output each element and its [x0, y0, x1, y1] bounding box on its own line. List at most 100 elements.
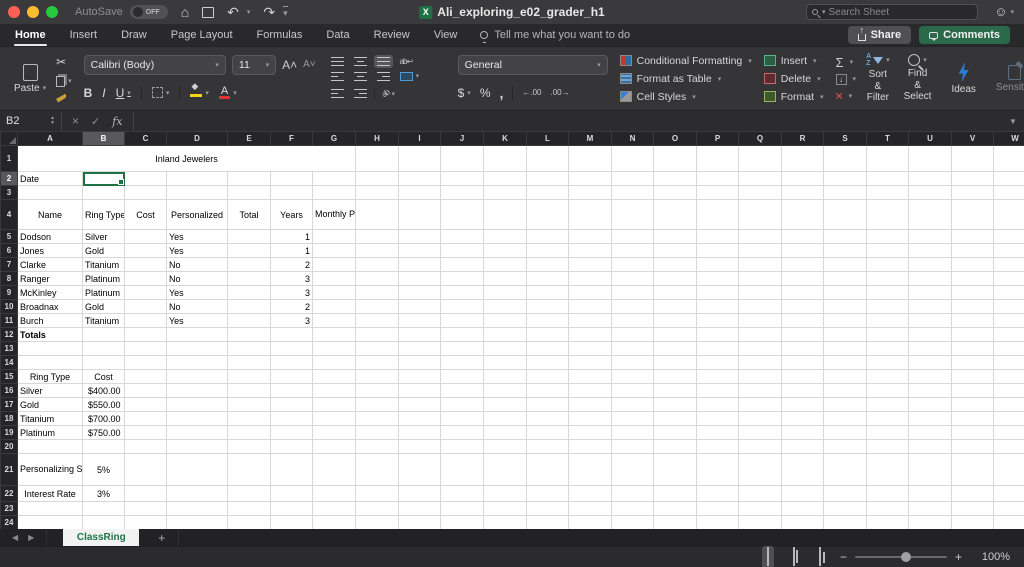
- cell-H11[interactable]: [355, 313, 399, 328]
- sheet-tab-classring[interactable]: ClassRing: [63, 529, 140, 546]
- row-header-5[interactable]: 5: [0, 229, 18, 244]
- cell-A9[interactable]: McKinley: [17, 285, 83, 300]
- cell-J24[interactable]: [440, 515, 484, 529]
- undo-icon[interactable]: ↶: [227, 5, 239, 19]
- cell-F11[interactable]: 3: [270, 313, 313, 328]
- cell-C4[interactable]: Cost: [124, 199, 167, 230]
- cell-A22[interactable]: Interest Rate: [17, 485, 83, 502]
- cell-F4[interactable]: Years: [270, 199, 313, 230]
- name-box[interactable]: B2 ▲ ▼: [0, 111, 62, 131]
- cell-M17[interactable]: [568, 397, 612, 412]
- cell-P21[interactable]: [696, 453, 739, 486]
- cell-G9[interactable]: [312, 285, 356, 300]
- cell-L24[interactable]: [526, 515, 569, 529]
- cell-U11[interactable]: [908, 313, 952, 328]
- cell-L8[interactable]: [526, 271, 569, 286]
- cell-G4[interactable]: Monthly Payment: [312, 199, 356, 230]
- cell-O5[interactable]: [653, 229, 697, 244]
- cell-N10[interactable]: [611, 299, 654, 314]
- cell-R1[interactable]: [781, 145, 824, 172]
- cell-P16[interactable]: [696, 383, 739, 398]
- cell-K17[interactable]: [483, 397, 527, 412]
- cell-U19[interactable]: [908, 425, 952, 440]
- cell-K8[interactable]: [483, 271, 527, 286]
- cell-R16[interactable]: [781, 383, 824, 398]
- font-color-button[interactable]: A ▾: [218, 86, 237, 99]
- cell-Q15[interactable]: [738, 369, 782, 384]
- cell-R2[interactable]: [781, 171, 824, 186]
- tab-insert[interactable]: Insert: [69, 26, 99, 44]
- cell-F20[interactable]: [270, 439, 313, 454]
- cell-I16[interactable]: [398, 383, 441, 398]
- cell-W22[interactable]: [993, 485, 1024, 502]
- tab-home[interactable]: Home: [14, 26, 47, 46]
- col-header-H[interactable]: H: [355, 131, 399, 146]
- cell-G2[interactable]: [312, 171, 356, 186]
- col-header-M[interactable]: M: [568, 131, 612, 146]
- cell-I22[interactable]: [398, 485, 441, 502]
- cell-S16[interactable]: [823, 383, 867, 398]
- cell-T7[interactable]: [866, 257, 909, 272]
- cell-T12[interactable]: [866, 327, 909, 342]
- cell-M18[interactable]: [568, 411, 612, 426]
- cell-T4[interactable]: [866, 199, 909, 230]
- cell-D11[interactable]: Yes: [166, 313, 228, 328]
- cell-M22[interactable]: [568, 485, 612, 502]
- cell-N9[interactable]: [611, 285, 654, 300]
- col-header-D[interactable]: D: [166, 131, 228, 146]
- cell-C17[interactable]: [124, 397, 167, 412]
- cell-U15[interactable]: [908, 369, 952, 384]
- cell-B3[interactable]: [82, 185, 125, 200]
- cell-P5[interactable]: [696, 229, 739, 244]
- cell-A18[interactable]: Titanium: [17, 411, 83, 426]
- cell-H5[interactable]: [355, 229, 399, 244]
- cell-G18[interactable]: [312, 411, 356, 426]
- cell-S23[interactable]: [823, 501, 867, 516]
- col-header-A[interactable]: A: [17, 131, 83, 146]
- cell-J6[interactable]: [440, 243, 484, 258]
- cell-T11[interactable]: [866, 313, 909, 328]
- row-header-21[interactable]: 21: [0, 453, 18, 486]
- cell-T14[interactable]: [866, 355, 909, 370]
- cell-E10[interactable]: [227, 299, 271, 314]
- cell-I4[interactable]: [398, 199, 441, 230]
- cell-C13[interactable]: [124, 341, 167, 356]
- cell-D5[interactable]: Yes: [166, 229, 228, 244]
- cell-N5[interactable]: [611, 229, 654, 244]
- cell-C5[interactable]: [124, 229, 167, 244]
- cell-O20[interactable]: [653, 439, 697, 454]
- insert-function-icon[interactable]: fx: [112, 115, 122, 128]
- cell-D19[interactable]: [166, 425, 228, 440]
- cell-K15[interactable]: [483, 369, 527, 384]
- cell-L12[interactable]: [526, 327, 569, 342]
- tab-formulas[interactable]: Formulas: [256, 26, 304, 44]
- cell-I14[interactable]: [398, 355, 441, 370]
- wrap-text-button[interactable]: ab↩: [397, 55, 416, 68]
- align-bottom-button[interactable]: [373, 54, 393, 68]
- cell-U18[interactable]: [908, 411, 952, 426]
- cell-G8[interactable]: [312, 271, 356, 286]
- cell-I5[interactable]: [398, 229, 441, 244]
- cell-S8[interactable]: [823, 271, 867, 286]
- cell-O24[interactable]: [653, 515, 697, 529]
- cell-L11[interactable]: [526, 313, 569, 328]
- cell-U5[interactable]: [908, 229, 952, 244]
- cell-H6[interactable]: [355, 243, 399, 258]
- cell-G6[interactable]: [312, 243, 356, 258]
- normal-view-button[interactable]: [761, 546, 774, 567]
- cell-W21[interactable]: [993, 453, 1024, 486]
- cell-D14[interactable]: [166, 355, 228, 370]
- cell-A15[interactable]: Ring Type: [17, 369, 83, 384]
- paste-button[interactable]: Paste ▾: [10, 62, 50, 96]
- row-header-18[interactable]: 18: [0, 411, 18, 426]
- cell-S17[interactable]: [823, 397, 867, 412]
- search-sheet-box[interactable]: ▾: [806, 4, 978, 20]
- cell-A24[interactable]: [17, 515, 83, 529]
- cell-Q10[interactable]: [738, 299, 782, 314]
- cell-I15[interactable]: [398, 369, 441, 384]
- cell-T5[interactable]: [866, 229, 909, 244]
- cell-P22[interactable]: [696, 485, 739, 502]
- cell-E16[interactable]: [227, 383, 271, 398]
- conditional-formatting-button[interactable]: Conditional Formatting ▾: [619, 55, 752, 67]
- cell-P1[interactable]: [696, 145, 739, 172]
